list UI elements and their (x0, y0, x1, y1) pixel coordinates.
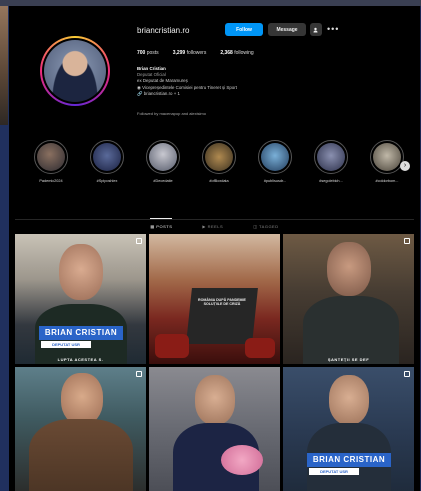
message-button[interactable]: Message (268, 23, 306, 36)
grid-icon: ▦ (150, 224, 155, 229)
highlight-item[interactable]: #publisusdr... (255, 140, 295, 183)
multi-post-icon (136, 371, 142, 377)
post-thumbnail[interactable]: ROMÂNIA DUPĂ PANDEMIE SOLUȚIILE DE CRIZĂ (149, 234, 280, 364)
tab-posts[interactable]: ▦ POSTS (150, 218, 173, 229)
profile-username: briancristian.ro (137, 26, 190, 35)
highlight-item[interactable]: Pademic2024 (31, 140, 71, 183)
multi-post-icon (404, 371, 410, 377)
tab-tagged[interactable]: ◫ TAGGED (253, 224, 278, 229)
post-thumbnail[interactable]: ȘANTEȚII SE DEF (283, 234, 414, 364)
follow-button[interactable]: Follow (225, 23, 263, 36)
highlight-item[interactable]: #Spiposhlex (87, 140, 127, 183)
highlight-item[interactable]: #segolebich... (311, 140, 351, 183)
profile-tabs: ▦ POSTS ▶ REELS ◫ TAGGED (9, 218, 420, 229)
followers-count[interactable]: 3,299 followers (173, 50, 207, 56)
following-count[interactable]: 2,368 following (220, 50, 253, 56)
suggest-user-button[interactable] (310, 23, 322, 36)
bio-link[interactable]: 🔗 briancristian.ro + 1 (137, 91, 337, 97)
more-options-button[interactable]: ••• (327, 24, 339, 34)
tag-icon: ◫ (253, 224, 258, 229)
post-thumbnail[interactable]: BRIAN CRISTIAN DEPUTAT USR LUPTA ACESTEA… (15, 234, 146, 364)
profile-bio: Brian Cristian Deputat Oficial ex Deputa… (137, 66, 337, 97)
followed-by[interactable]: Followed by macenapop and alexisimo (137, 111, 206, 116)
chevron-right-icon: › (403, 162, 407, 169)
profile-avatar[interactable] (40, 36, 110, 106)
highlights-next-button[interactable]: › (400, 161, 410, 171)
add-user-icon (313, 27, 318, 32)
highlight-item[interactable]: #ofBoxdata (199, 140, 239, 183)
reels-icon: ▶ (202, 224, 206, 229)
tab-reels[interactable]: ▶ REELS (202, 224, 223, 229)
post-thumbnail[interactable] (149, 367, 280, 491)
post-thumbnail[interactable]: BRIAN CRISTIAN DEPUTAT USR (283, 367, 414, 491)
posts-count: 700 posts (137, 50, 159, 56)
background-photo (0, 0, 8, 125)
instagram-profile-panel: briancristian.ro Follow Message ••• 700 … (9, 6, 420, 491)
highlight-item[interactable]: #Decedatie (143, 140, 183, 183)
multi-post-icon (136, 238, 142, 244)
profile-stats: 700 posts 3,299 followers 2,368 followin… (137, 50, 254, 56)
multi-post-icon (404, 238, 410, 244)
post-thumbnail[interactable] (15, 367, 146, 491)
tabs-divider (15, 219, 414, 220)
avatar-image (44, 40, 106, 102)
